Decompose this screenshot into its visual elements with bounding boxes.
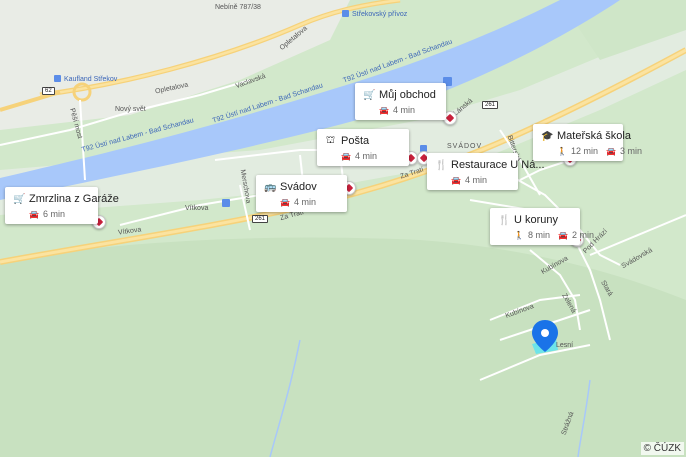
- poi-travel-time: 3 min: [619, 146, 642, 156]
- place-label: Kaufland Střekov: [64, 76, 118, 83]
- poi-card-u-koruny[interactable]: 🍴 U koruny 🚶 8 min 🚘 2 min: [490, 208, 594, 245]
- poi-travel-time: 4 min: [293, 197, 316, 207]
- map-canvas[interactable]: [0, 0, 686, 457]
- kaufland-icon: [54, 75, 61, 82]
- ferry-stop-icon: [342, 10, 349, 17]
- street-label: Vítkova: [185, 205, 209, 212]
- poi-name: Zmrzlina z Garáže: [29, 193, 119, 205]
- walk-icon: 🚶: [514, 230, 524, 240]
- map-attribution: © ČÚZK: [640, 442, 684, 455]
- poi-travel-time: 8 min: [527, 230, 550, 240]
- poi-travel-time: 6 min: [42, 209, 65, 219]
- school-icon: 🎓: [541, 130, 554, 142]
- place-label: Střekovský přívoz: [352, 11, 408, 18]
- shopping-cart-icon: 🛒: [363, 89, 376, 101]
- poi-travel-time: 12 min: [570, 146, 598, 156]
- poi-card-restaurace[interactable]: 🍴 Restaurace U Ná... 🚘 4 min: [427, 153, 545, 190]
- road-shield: 62: [42, 87, 55, 95]
- car-icon: 🚘: [379, 105, 389, 115]
- poi-name: Svádov: [280, 181, 317, 193]
- car-icon: 🚘: [280, 197, 290, 207]
- road-shield: 261: [252, 215, 269, 223]
- poi-name: Pošta: [341, 135, 370, 147]
- poi-name: Mateřská škola: [557, 130, 631, 142]
- poi-name: Restaurace U Ná...: [451, 159, 545, 171]
- poi-name: Můj obchod: [379, 89, 436, 101]
- poi-card-materska-skola[interactable]: 🎓 Mateřská škola 🚶 12 min 🚘 3 min: [533, 124, 642, 161]
- bus-stop-icon: 🚌: [264, 181, 277, 193]
- poi-card-svadov[interactable]: 🚌 Svádov 🚘 4 min: [256, 175, 347, 212]
- car-icon: 🚘: [341, 151, 351, 161]
- poi-card-zmrzlina[interactable]: 🛒 Zmrzlina z Garáže 🚘 6 min: [5, 187, 119, 224]
- poi-travel-time: 4 min: [354, 151, 377, 161]
- car-icon: 🚘: [451, 175, 461, 185]
- address-label: Nebíně 787/38: [215, 4, 261, 11]
- parking-icon: [222, 199, 230, 207]
- car-icon: 🚘: [557, 230, 568, 240]
- street-label: Lesní: [556, 342, 574, 349]
- poi-card-posta[interactable]: ⛫ Pošta 🚘 4 min: [317, 129, 409, 166]
- post-office-icon: ⛫: [325, 134, 336, 146]
- street-label: Nový svět: [115, 106, 146, 113]
- poi-travel-time: 4 min: [464, 175, 487, 185]
- area-label: SVÁDOV: [447, 143, 483, 150]
- road-shield: 261: [482, 101, 499, 109]
- walk-icon: 🚶: [557, 146, 567, 156]
- restaurant-icon: 🍴: [435, 159, 448, 171]
- poi-card-muj-obchod[interactable]: 🛒 Můj obchod 🚘 4 min: [355, 83, 446, 120]
- restaurant-icon: 🍴: [498, 214, 511, 226]
- car-icon: 🚘: [29, 209, 39, 219]
- shopping-cart-icon: 🛒: [13, 193, 26, 205]
- poi-travel-time: 2 min: [571, 230, 594, 240]
- car-icon: 🚘: [605, 146, 616, 156]
- poi-name: U koruny: [514, 214, 559, 226]
- poi-travel-time: 4 min: [392, 105, 415, 115]
